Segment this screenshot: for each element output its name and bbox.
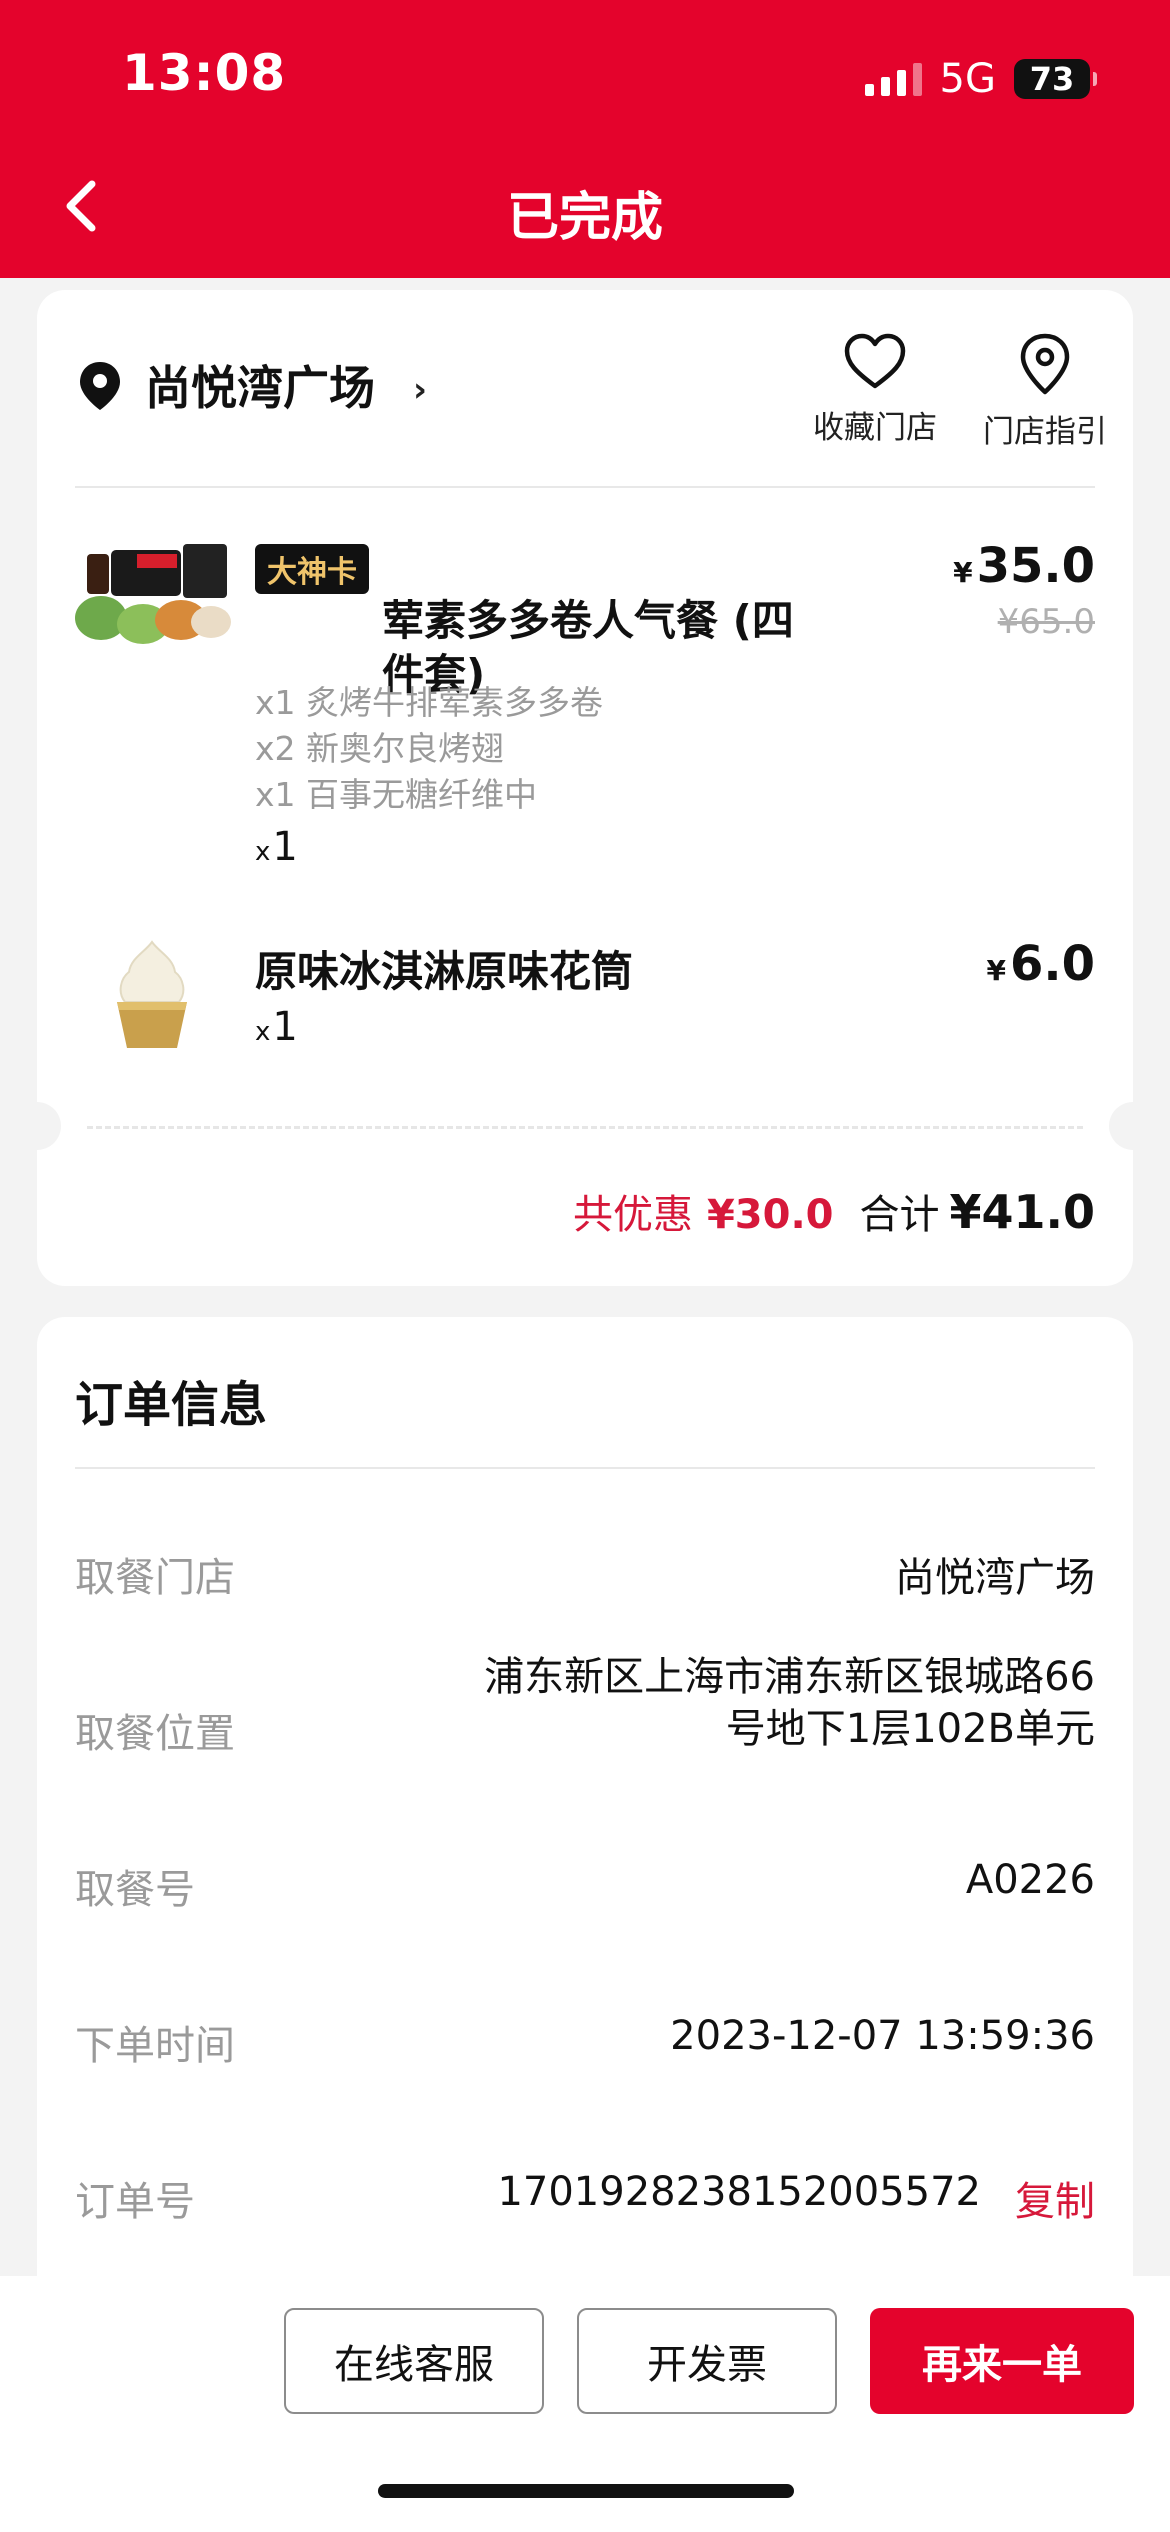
order-info-card: 订单信息 取餐门店 尚悦湾广场 取餐位置 浦东新区上海市浦东新区银城路66 号地… [37, 1317, 1133, 2317]
customer-service-button[interactable]: 在线客服 [284, 2308, 544, 2414]
quantity-prefix: x [255, 837, 271, 867]
ticket-notch [13, 1102, 61, 1150]
store-name[interactable]: 尚悦湾广场 [145, 352, 375, 418]
price-value: 6.0 [1009, 936, 1095, 992]
reorder-button[interactable]: 再来一单 [870, 2308, 1134, 2414]
price-value: 35.0 [976, 538, 1095, 594]
item-name: 原味冰淇淋原味花筒 [255, 947, 634, 996]
heart-icon [844, 333, 906, 389]
signal-icon [864, 62, 922, 96]
sub-item: x1 百事无糖纤维中 [255, 775, 538, 814]
original-price: ¥65.0 [997, 602, 1095, 642]
currency-symbol: ¥ [953, 556, 973, 589]
order-time-label: 下单时间 [75, 2023, 235, 2069]
page-title: 已完成 [506, 188, 663, 248]
home-indicator [378, 2484, 794, 2498]
favorite-store-label: 收藏门店 [813, 410, 937, 446]
sub-item: x1 炙烤牛排荤素多多卷 [255, 683, 604, 722]
ice-cream-cone-image [117, 940, 187, 1048]
favorite-store-button[interactable]: 收藏门店 [805, 332, 945, 447]
discount-amount: ¥30.0 [706, 1192, 834, 1238]
order-summary-card: 尚悦湾广场 › 收藏门店 门店指引 大神卡 荤素多多卷人气餐 (四件套) ¥35… [13, 290, 1157, 1286]
order-time-value: 2023-12-07 13:59:36 [670, 2013, 1095, 2059]
pickup-store-label: 取餐门店 [75, 1555, 235, 1601]
total-amount: ¥41.0 [949, 1185, 1095, 1239]
member-card-badge: 大神卡 [255, 544, 369, 594]
currency-symbol: ¥ [986, 954, 1006, 987]
pickup-location-line: 号地下1层102B单元 [725, 1706, 1095, 1752]
item-quantity: x1 [255, 824, 298, 870]
header-bar: 13:08 5G 73 已完成 [0, 0, 1170, 278]
store-guide-label: 门店指引 [983, 414, 1107, 450]
order-totals: 共优惠 ¥30.0 合计 ¥41.0 [573, 1182, 1095, 1240]
item-quantity: x1 [255, 1004, 298, 1050]
quantity-prefix: x [255, 1017, 271, 1047]
copy-button[interactable]: 复制 [1015, 2169, 1095, 2227]
pickup-number-value: A0226 [965, 1857, 1095, 1903]
dashed-divider [87, 1126, 1083, 1129]
chevron-right-icon[interactable]: › [413, 370, 427, 410]
sub-item: x2 新奥尔良烤翅 [255, 729, 505, 768]
pickup-location-line: 浦东新区上海市浦东新区银城路66 [484, 1654, 1095, 1700]
pickup-store-value: 尚悦湾广场 [895, 1555, 1095, 1601]
total-label: 合计 [859, 1192, 940, 1238]
pickup-location-label: 取餐位置 [75, 1711, 235, 1757]
quantity-value: 1 [272, 1004, 298, 1050]
discount-label: 共优惠 [572, 1192, 693, 1238]
section-title: 订单信息 [75, 1377, 268, 1433]
ticket-notch [1109, 1102, 1157, 1150]
location-pin-icon [80, 362, 120, 410]
map-pin-icon [1020, 333, 1070, 395]
item-price: ¥35.0 [953, 538, 1095, 594]
discount-summary: 共优惠 ¥30.0 [573, 1182, 834, 1240]
status-indicators: 5G 73 [864, 56, 1097, 102]
divider [75, 1467, 1095, 1469]
total-summary: 合计 ¥41.0 [859, 1182, 1095, 1240]
store-guide-button[interactable]: 门店指引 [965, 332, 1125, 451]
combo-meal-image [75, 544, 231, 644]
quantity-value: 1 [272, 824, 298, 870]
network-label: 5G [939, 56, 996, 102]
divider [75, 486, 1095, 488]
pickup-location-value: 浦东新区上海市浦东新区银城路66 号地下1层102B单元 [484, 1651, 1095, 1755]
order-number-value: 1701928238152005572 [497, 2169, 981, 2215]
battery-icon: 73 [1014, 59, 1097, 99]
status-time: 13:08 [122, 44, 287, 102]
pickup-number-label: 取餐号 [75, 1867, 195, 1913]
order-number-label: 订单号 [75, 2179, 195, 2225]
item-price: ¥6.0 [986, 936, 1095, 992]
invoice-button[interactable]: 开发票 [577, 2308, 837, 2414]
